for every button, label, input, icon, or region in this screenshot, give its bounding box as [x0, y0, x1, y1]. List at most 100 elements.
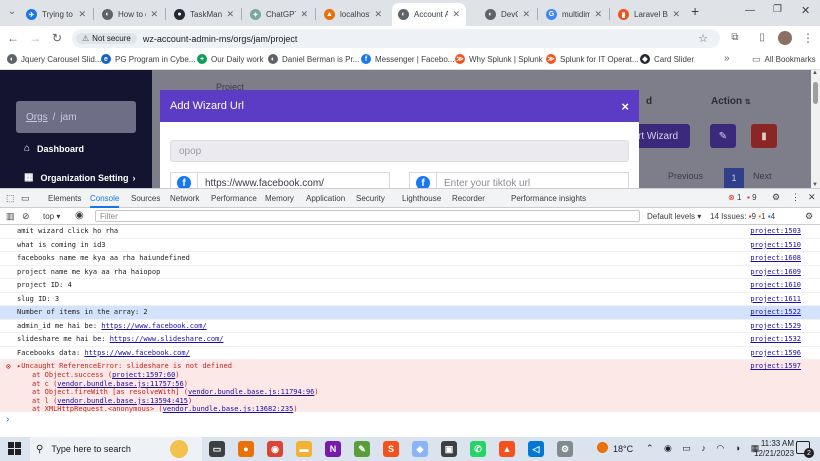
issues-counter[interactable]: 14 Issues: ▪9 ▪1 ▪4 [710, 212, 775, 221]
settings-gear-icon[interactable]: ⚙ [772, 192, 780, 203]
bookmark-item[interactable]: f Messenger | Facebo... [361, 54, 454, 64]
tiktok-url-input[interactable]: Enter your tiktok url [437, 172, 629, 188]
devtools-tab[interactable]: Security [356, 194, 385, 203]
stack-link[interactable]: project:1597:60 [112, 371, 175, 379]
browser-menu-icon[interactable]: ⋮ [800, 30, 816, 46]
warning-counter[interactable]: ▪ 9 [747, 193, 757, 202]
devtools-tab[interactable]: Performance insights [511, 194, 586, 203]
weather-temp[interactable]: 18°C [613, 444, 633, 454]
extensions-icon[interactable]: ⧉ [727, 30, 743, 46]
settings-app-icon[interactable]: ⚙ [557, 441, 573, 457]
whatsapp-icon[interactable]: ✆ [470, 441, 486, 457]
bookmark-star-icon[interactable]: ☆ [698, 32, 708, 45]
browser-tab[interactable]: ▲ localhost ✕ [318, 3, 388, 26]
project-name-input[interactable]: opop [170, 140, 629, 162]
onenote-icon[interactable]: N [325, 441, 341, 457]
app-icon[interactable]: ◆ [412, 441, 428, 457]
devtools-tab[interactable]: Lighthouse [402, 194, 441, 203]
stack-link[interactable]: vendor.bundle.base.js:11794:96 [188, 388, 314, 396]
device-toolbar-icon[interactable]: ▭ [21, 193, 30, 204]
tab-close-icon[interactable]: ✕ [452, 9, 460, 20]
back-icon[interactable]: ← [5, 30, 21, 46]
chrome-icon[interactable]: ◉ [267, 441, 283, 457]
devtools-tab[interactable]: Elements [48, 194, 81, 203]
profile-avatar[interactable] [778, 31, 792, 45]
devtools-tab[interactable]: Console [90, 194, 120, 208]
tab-close-icon[interactable]: ✕ [374, 9, 382, 20]
error-message[interactable]: ▸Uncaught ReferenceError: slideshare is … [17, 362, 232, 370]
tab-close-icon[interactable]: ✕ [226, 9, 234, 20]
log-source-link[interactable]: project:1609 [750, 268, 801, 276]
facebook-url-input[interactable]: https://www.facebook.com/ [198, 172, 390, 188]
side-panel-icon[interactable]: ▯ [754, 30, 770, 46]
close-icon[interactable]: × [621, 99, 629, 114]
close-devtools-icon[interactable]: ✕ [808, 192, 816, 203]
browser-tab[interactable]: ✦ ChatGPT ✕ [244, 3, 314, 26]
pagination-current[interactable]: 1 [724, 168, 744, 188]
forward-icon[interactable]: → [27, 30, 43, 46]
restore-button[interactable]: ❐ [773, 4, 782, 15]
windows-start-icon[interactable] [8, 442, 21, 455]
sidebar-item-organization-setting[interactable]: ▦ Organization Setting › [24, 172, 135, 183]
taskbar-search[interactable]: ⚲ Type here to search [30, 437, 202, 461]
context-selector[interactable]: top ▾ [43, 212, 60, 221]
devtools-tab[interactable]: Memory [265, 194, 294, 203]
stack-link[interactable]: vendor.bundle.base.js:13682:235 [163, 405, 294, 413]
bookmark-item[interactable]: ◐ Daniel Berman is Pr... [268, 54, 359, 64]
log-source-link[interactable]: project:1611 [750, 295, 801, 303]
sidebar-toggle-icon[interactable]: ▥ [6, 211, 15, 222]
log-source-link[interactable]: project:1532 [750, 335, 801, 343]
bookmark-item[interactable]: ≫ Splunk for IT Operat... [546, 54, 639, 64]
notepad-icon[interactable]: ✎ [354, 441, 370, 457]
sublime-icon[interactable]: S [383, 441, 399, 457]
devtools-tab[interactable]: Application [306, 194, 345, 203]
reload-icon[interactable]: ↻ [49, 30, 65, 46]
vmware-icon[interactable]: ▣ [441, 441, 457, 457]
log-source-link[interactable]: project:1503 [750, 227, 801, 235]
delete-icon[interactable]: ▮ [751, 124, 777, 148]
tab-search-icon[interactable]: ⌄ [4, 4, 20, 20]
new-tab-button[interactable]: + [691, 3, 699, 19]
address-bar[interactable]: ⚠ Not secure wz-account-admin-ms/orgs/ja… [72, 29, 720, 48]
bookmarks-overflow-icon[interactable]: » [724, 53, 730, 64]
pagination-previous[interactable]: Previous [668, 171, 703, 181]
firefox-icon[interactable]: ● [238, 441, 254, 457]
browser-tab[interactable]: ◐ Account A ✕ [392, 3, 466, 26]
error-counter[interactable]: ⊗ 1 [728, 193, 741, 202]
tab-close-icon[interactable]: ✕ [150, 9, 158, 20]
browser-tab[interactable]: ▮ Laravel B ✕ [612, 3, 686, 26]
tab-close-icon[interactable]: ✕ [594, 9, 602, 20]
notification-icon[interactable]: 2 [796, 441, 814, 458]
pagination-next[interactable]: Next [753, 171, 772, 181]
start-wizard-button[interactable]: rt Wizard [636, 124, 690, 148]
browser-tab[interactable]: ◐ How to d ✕ [96, 3, 164, 26]
eye-icon[interactable]: ◉ [75, 210, 84, 221]
sidebar-item-dashboard[interactable]: ⌂ Dashboard [24, 143, 84, 154]
breadcrumb-orgs[interactable]: Orgs [26, 112, 48, 123]
devtools-tab[interactable]: Performance [211, 194, 257, 203]
brave-icon[interactable]: ▲ [499, 441, 515, 457]
devtools-tab[interactable]: Network [170, 194, 199, 203]
browser-tab[interactable]: ✈ Trying to ✕ [20, 3, 92, 26]
tab-close-icon[interactable]: ✕ [522, 9, 530, 20]
system-tray-icons[interactable]: ⌃ ◉ ▭ ♪ ◠ ◑ ▦ [646, 443, 763, 454]
edit-icon[interactable]: ✎ [710, 124, 736, 148]
file-explorer-icon[interactable]: ▬ [296, 441, 312, 457]
task-view-icon[interactable]: ▭ [209, 441, 225, 457]
console-prompt[interactable]: › [6, 414, 9, 425]
console-filter-input[interactable]: Filter [95, 210, 640, 222]
devtools-tab[interactable]: Sources [131, 194, 160, 203]
scroll-up-icon[interactable]: ▲ [812, 70, 818, 76]
browser-tab[interactable]: Gmultidim ✕ [540, 3, 608, 26]
tab-close-icon[interactable]: ✕ [672, 9, 680, 20]
log-source-link[interactable]: project:1596 [750, 349, 801, 357]
inspect-element-icon[interactable]: ⬚ [6, 193, 15, 204]
devtools-tab[interactable]: Recorder [452, 194, 485, 203]
log-source-link[interactable]: project:1610 [750, 281, 801, 289]
browser-tab[interactable]: ◐ DevOps F✕ [479, 3, 536, 26]
clear-console-icon[interactable]: ⊘ [22, 211, 30, 222]
scrollbar-thumb[interactable] [813, 82, 818, 104]
log-source-link[interactable]: project:1529 [750, 322, 801, 330]
devtools-menu-icon[interactable]: ⋮ [791, 192, 800, 203]
log-source-link[interactable]: project:1510 [750, 241, 801, 249]
